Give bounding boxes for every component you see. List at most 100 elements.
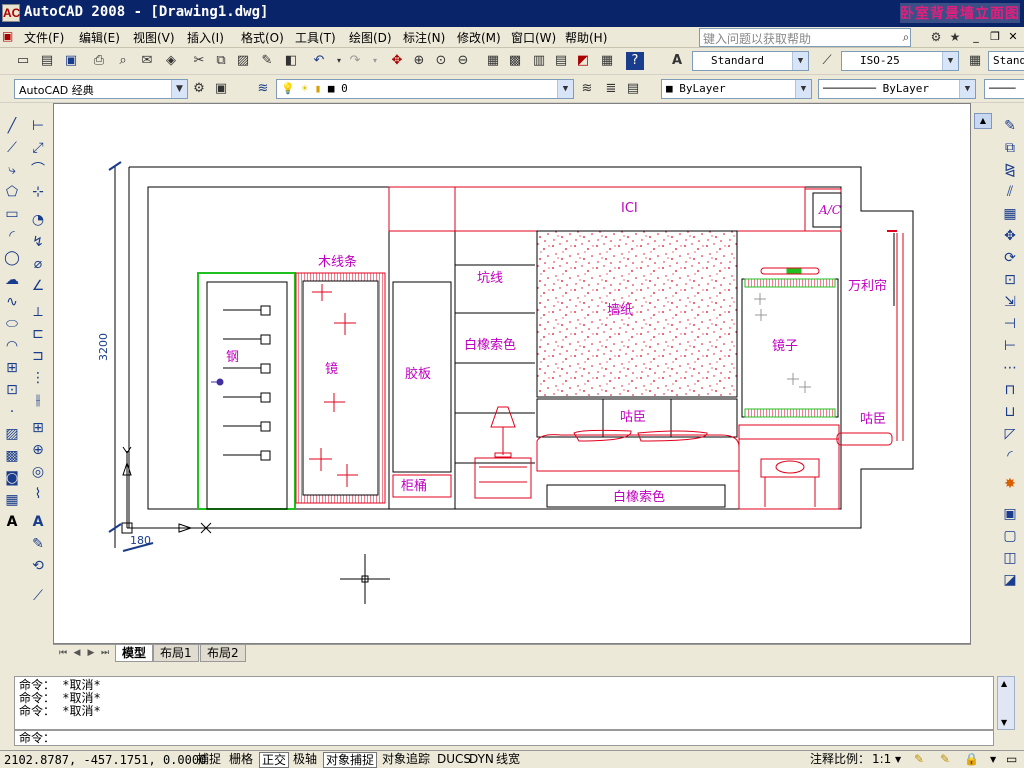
pan-realtime-icon[interactable]: ✥ [388,52,406,70]
dim-style-manager-icon[interactable]: ⟋ [29,587,47,605]
properties-icon[interactable]: ▦ [484,52,502,70]
region-icon[interactable]: ◙ [3,469,21,487]
redo-dropdown-icon[interactable]: ▾ [366,52,384,70]
osnap-toggle[interactable]: 对象捕捉 [323,752,378,768]
open-file-icon[interactable]: ▤ [38,52,56,70]
help-search-input[interactable]: 键入问题以获取帮助 [699,28,911,47]
dim-style-select[interactable]: ISO-25 ▼ [841,51,959,71]
table-icon[interactable]: ▦ [3,491,21,509]
sheet-set-icon[interactable]: ▤ [552,52,570,70]
rectangle-icon[interactable]: ▭ [3,205,21,223]
dim-space-icon[interactable]: ⋮ [29,369,47,387]
layer-states-icon[interactable]: ▤ [624,80,642,98]
menu-edit[interactable]: 编辑(E) [79,29,120,46]
match-properties-icon[interactable]: ✎ [258,52,276,70]
drawing-canvas[interactable]: ICI 木线条 坑线 墙纸 万利帘 钢 镜 胶板 白橡索色 镜子 咕臣 咕臣 柜… [53,103,971,644]
document-icon[interactable]: ▣ [2,29,13,43]
close-icon[interactable]: ✕ [1005,30,1021,45]
cursor-coordinates[interactable]: 2102.8787, -457.1751, 0.0000 [4,753,206,767]
dyn-toggle[interactable]: DYN [467,752,496,768]
tab-layout1[interactable]: 布局1 [153,645,199,662]
ordinate-icon[interactable]: ⊹ [29,183,47,201]
minimize-icon[interactable]: _ [968,30,984,45]
gradient-icon[interactable]: ▩ [3,447,21,465]
cut-icon[interactable]: ✂ [190,52,208,70]
fillet-icon[interactable]: ◜ [1001,447,1019,465]
trim-icon[interactable]: ⊣ [1001,315,1019,333]
erase-icon[interactable]: ✎ [1001,117,1019,135]
make-current-icon[interactable]: ≋ [578,80,596,98]
break-icon[interactable]: ⊓ [1001,381,1019,399]
annotation-scale-value[interactable]: 1:1 [870,752,893,768]
publish-icon[interactable]: ✉ [138,52,156,70]
linear-dimension-icon[interactable]: ⊢ [29,117,47,135]
hatch-icon[interactable]: ▨ [3,425,21,443]
point-icon[interactable]: · [3,403,21,421]
auto-scale-icon[interactable]: ✎ [938,752,952,768]
arc-length-icon[interactable]: ⌒ [29,161,47,179]
lock-icon[interactable]: 🔒 [962,752,981,768]
grid-toggle[interactable]: 栅格 [227,752,255,768]
circle-icon[interactable]: ◯ [3,249,21,267]
extend-icon[interactable]: ⊢ [1001,337,1019,355]
zoom-realtime-icon[interactable]: ⊕ [410,52,428,70]
linetype-select[interactable]: ──────── ByLayer ▼ [818,79,976,99]
block-editor-icon[interactable]: ◧ [282,52,300,70]
offset-icon[interactable]: ⫽ [1001,183,1019,201]
copy-object-icon[interactable]: ⧉ [1001,139,1019,157]
explode-icon[interactable]: ✸ [1001,475,1019,493]
table-style-select[interactable]: Stand [988,51,1024,71]
quick-dimension-icon[interactable]: ⟂ [29,303,47,321]
workspace-select[interactable]: AutoCAD 经典 ▼ [14,79,188,99]
join-icon[interactable]: ⊔ [1001,403,1019,421]
layer-manager-icon[interactable]: ≋ [254,80,272,98]
center-mark-icon[interactable]: ⊕ [29,441,47,459]
color-select[interactable]: ■ ByLayer ▼ [661,79,812,99]
draworder-front-icon[interactable]: ▣ [1001,505,1019,523]
snap-toggle[interactable]: 捕捉 [195,752,223,768]
zoom-window-icon[interactable]: ⊙ [432,52,450,70]
dim-style-icon[interactable]: ⟋ [818,52,836,70]
dim-update-icon[interactable]: ⟲ [29,557,47,575]
zoom-previous-icon[interactable]: ⊖ [454,52,472,70]
paste-icon[interactable]: ▨ [234,52,252,70]
arc-icon[interactable]: ◜ [3,227,21,245]
baseline-icon[interactable]: ⊏ [29,325,47,343]
menu-draw[interactable]: 绘图(D) [349,29,392,46]
annotation-visibility-icon[interactable]: ✎ [912,752,926,768]
aligned-dimension-icon[interactable]: ⤢ [29,139,47,157]
send-under-icon[interactable]: ◪ [1001,571,1019,589]
polar-toggle[interactable]: 极轴 [291,752,319,768]
table-style-icon[interactable]: ▦ [966,52,984,70]
menu-format[interactable]: 格式(O) [241,29,284,46]
ellipse-arc-icon[interactable]: ◠ [3,337,21,355]
mirror-icon[interactable]: ⧎ [1001,161,1019,179]
spline-icon[interactable]: ∿ [3,293,21,311]
angular-icon[interactable]: ∠ [29,277,47,295]
print-icon[interactable]: ⎙ [90,52,108,70]
menu-insert[interactable]: 插入(I) [187,29,224,46]
jogged-icon[interactable]: ↯ [29,233,47,251]
diameter-icon[interactable]: ⌀ [29,255,47,273]
menu-file[interactable]: 文件(F) [24,29,64,46]
prev-tab-icon[interactable]: ◀ [71,647,83,660]
command-scrollbar[interactable]: ▲ ▼ [997,676,1015,730]
make-block-icon[interactable]: ⊡ [3,381,21,399]
markup-icon[interactable]: ◩ [574,52,592,70]
dim-text-edit-icon[interactable]: ✎ [29,535,47,553]
undo-icon[interactable]: ↶ [310,52,328,70]
jogged-linear-icon[interactable]: ⌇ [29,485,47,503]
line-icon[interactable]: ╱ [3,117,21,135]
layer-previous-icon[interactable]: ≣ [602,80,620,98]
search-icon[interactable]: ⌕ [897,29,915,46]
scroll-up-icon[interactable]: ▲ [974,113,992,129]
move-icon[interactable]: ✥ [1001,227,1019,245]
status-menu-icon[interactable]: ▼ [988,752,998,768]
chamfer-icon[interactable]: ◸ [1001,425,1019,443]
scroll-up-icon[interactable]: ▲ [1001,679,1007,688]
redo-icon[interactable]: ↷ [346,52,364,70]
first-tab-icon[interactable]: ⏮ [57,647,69,660]
menu-view[interactable]: 视图(V) [133,29,175,46]
array-icon[interactable]: ▦ [1001,205,1019,223]
draworder-back-icon[interactable]: ▢ [1001,527,1019,545]
